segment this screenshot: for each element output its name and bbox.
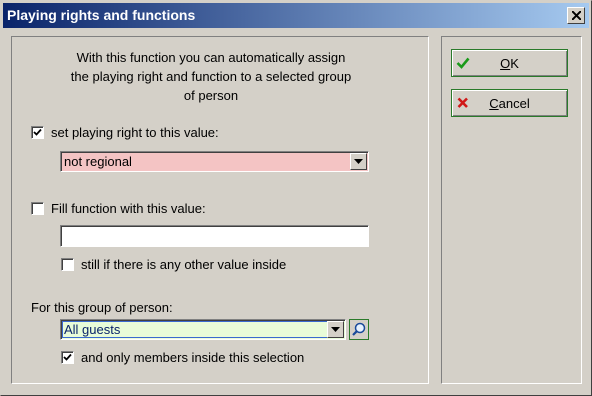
only-members-checkbox[interactable] [61,351,74,364]
description-line-2: the playing right and function to a sele… [70,69,352,84]
group-dropdown[interactable]: All guests [60,319,346,340]
function-input[interactable] [60,225,369,247]
dialog-window: Playing rights and functions With this f… [0,0,592,396]
description-line-1: With this function you can automatically… [76,50,346,65]
checkmark-icon [63,353,72,361]
still-other-value-checkbox[interactable] [61,258,74,271]
fill-function-checkbox[interactable] [31,202,44,215]
window-title: Playing rights and functions [7,7,196,23]
title-bar[interactable]: Playing rights and functions [3,3,589,28]
group-search-button[interactable] [349,319,369,340]
description-line-3: of person [183,88,239,103]
close-button[interactable] [567,7,585,24]
cancel-label: Cancel [489,96,530,111]
playing-right-label[interactable]: set playing right to this value: [51,125,219,140]
ok-button[interactable]: OK [451,49,568,77]
ok-label: OK [500,56,519,71]
only-members-label[interactable]: and only members inside this selection [81,350,304,365]
close-icon [572,11,581,20]
playing-right-checkbox[interactable] [31,126,44,139]
dropdown-arrow-button[interactable] [327,321,344,338]
playing-right-value: not regional [64,154,132,169]
magnifier-icon [352,322,366,336]
description-text: With this function you can automatically… [51,48,371,105]
group-label: For this group of person: [31,300,173,315]
chevron-down-icon [354,159,363,164]
still-other-value-label[interactable]: still if there is any other value inside [81,257,286,272]
chevron-down-icon [331,327,340,332]
dropdown-arrow-button[interactable] [350,153,367,170]
checkmark-icon [33,128,42,136]
group-value: All guests [64,322,121,337]
fill-function-label[interactable]: Fill function with this value: [51,201,206,216]
playing-right-dropdown[interactable]: not regional [60,151,369,172]
cancel-button[interactable]: Cancel [451,89,568,117]
